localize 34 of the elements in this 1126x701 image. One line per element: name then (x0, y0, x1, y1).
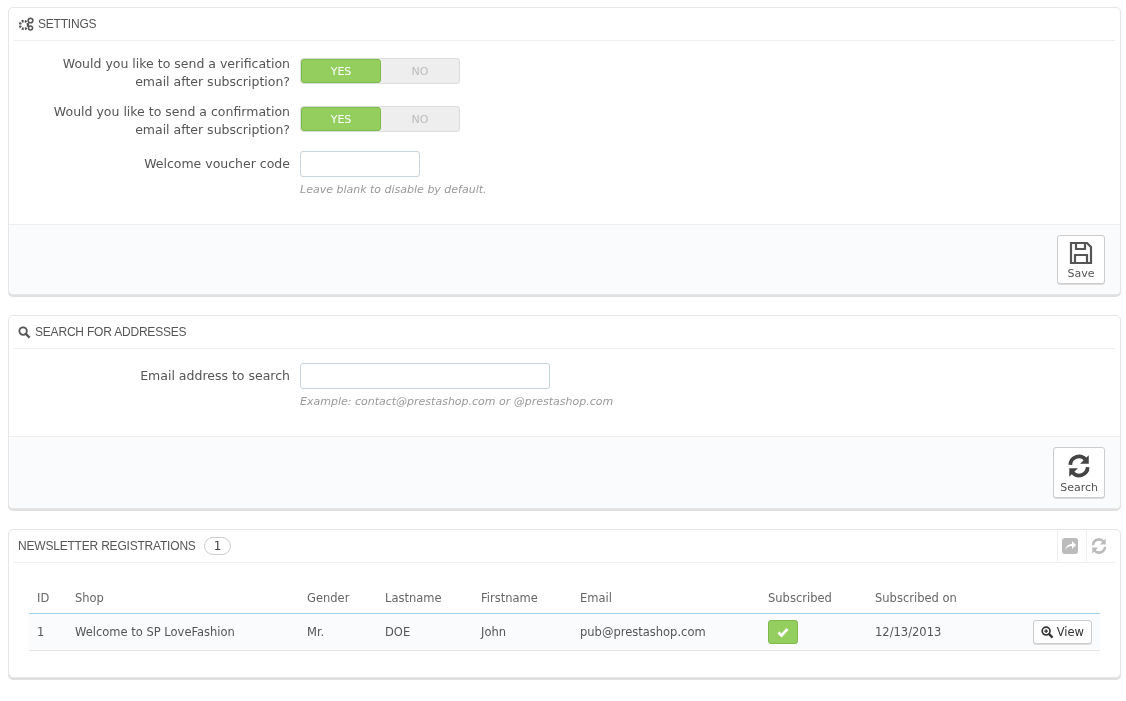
search-button[interactable]: Search (1053, 447, 1105, 498)
column-header: Firstname (473, 583, 572, 614)
table-cell: John (473, 613, 572, 651)
column-header: Lastname (377, 583, 473, 614)
save-button[interactable]: Save (1057, 235, 1105, 284)
table-cell: pub@prestashop.com (572, 613, 760, 651)
column-header: Email (572, 583, 760, 614)
table-cell: 1 (29, 613, 67, 651)
field-label: Email address to search (139, 367, 290, 385)
column-header: Subscribed (760, 583, 867, 614)
table-cell: 12/13/2013 (867, 613, 1013, 651)
help-text: Example: contact@prestashop.com or @prestashop.com (300, 395, 614, 408)
switch-option[interactable]: YES (301, 59, 381, 83)
panel-title: SEARCH FOR ADDRESSES (35, 325, 187, 339)
table-cell: Welcome to SP LoveFashion (67, 613, 299, 651)
field-label: Welcome voucher code (143, 155, 290, 173)
column-header: Subscribed on (867, 583, 1013, 614)
table-cell: Mr. (299, 613, 377, 651)
help-text: Leave blank to disable by default. (300, 183, 487, 196)
column-header: Shop (67, 583, 299, 614)
switch-option[interactable]: YES (301, 107, 381, 131)
view-button[interactable]: View (1032, 620, 1092, 644)
panel-title: NEWSLETTER REGISTRATIONS (18, 539, 196, 553)
voucher-input[interactable] (300, 151, 420, 177)
gears-icon (18, 17, 34, 31)
zoom-in-icon (1040, 625, 1054, 639)
email-search-input[interactable] (300, 363, 550, 389)
field-label: Would you like to send a confirmation email after subscription? (52, 103, 290, 139)
panel-title: SETTINGS (38, 17, 97, 31)
column-header: ID (29, 583, 67, 614)
column-header: Gender (299, 583, 377, 614)
table-cell: DOE (377, 613, 473, 651)
field-label: Would you like to send a verification email after subscription? (61, 55, 290, 91)
search-icon (18, 325, 31, 339)
